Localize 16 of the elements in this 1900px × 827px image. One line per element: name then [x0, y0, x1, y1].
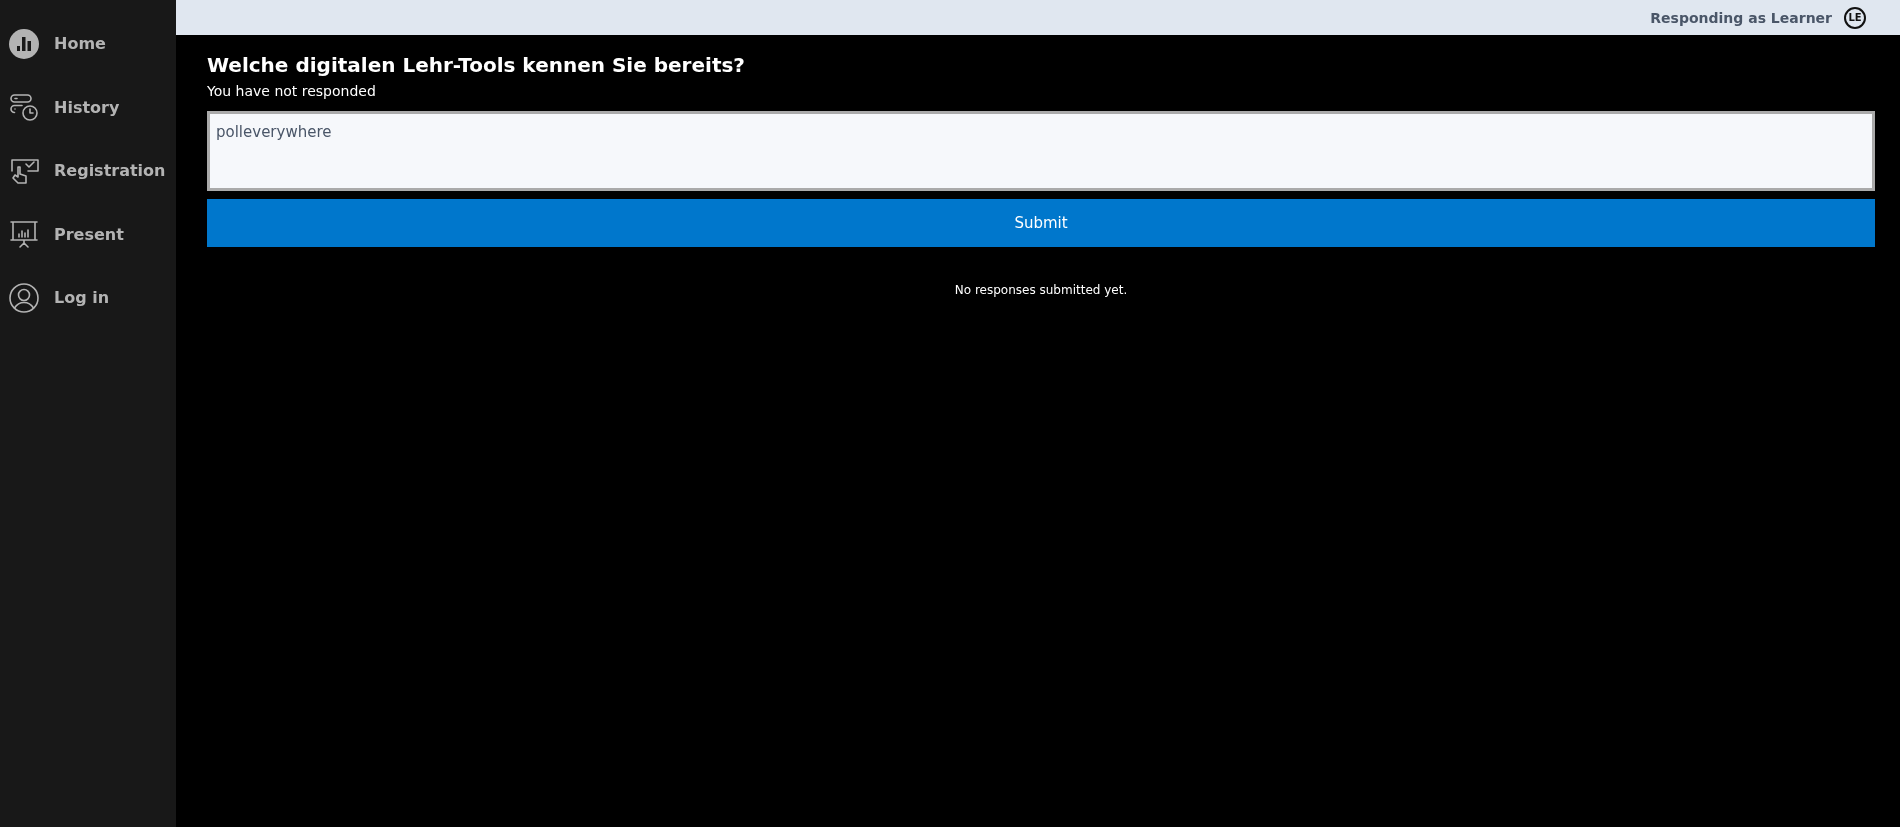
- submit-button[interactable]: Submit: [207, 199, 1875, 247]
- nav-link[interactable]: Log in: [0, 266, 176, 330]
- avatar[interactable]: LE: [1844, 6, 1866, 29]
- response-status: You have not responded: [207, 83, 377, 99]
- responding-as-label: Responding as Learner: [1650, 9, 1832, 26]
- list-clock-icon: [8, 91, 40, 124]
- nav-link[interactable]: Present: [0, 202, 176, 266]
- empty-message: No responses submitted yet.: [953, 283, 1129, 297]
- nav-link[interactable]: Registration: [0, 139, 176, 203]
- presentation-board-icon: [8, 218, 40, 251]
- question-title: Welche digitalen Lehr-Tools kennen Sie bereits?: [207, 53, 746, 77]
- nav-link[interactable]: Home: [0, 12, 176, 76]
- user-circle-icon: [8, 281, 40, 314]
- chart-circle-icon: [8, 27, 40, 60]
- answer-field[interactable]: polleverywhere: [207, 111, 1875, 191]
- nav-link[interactable]: History: [0, 75, 176, 139]
